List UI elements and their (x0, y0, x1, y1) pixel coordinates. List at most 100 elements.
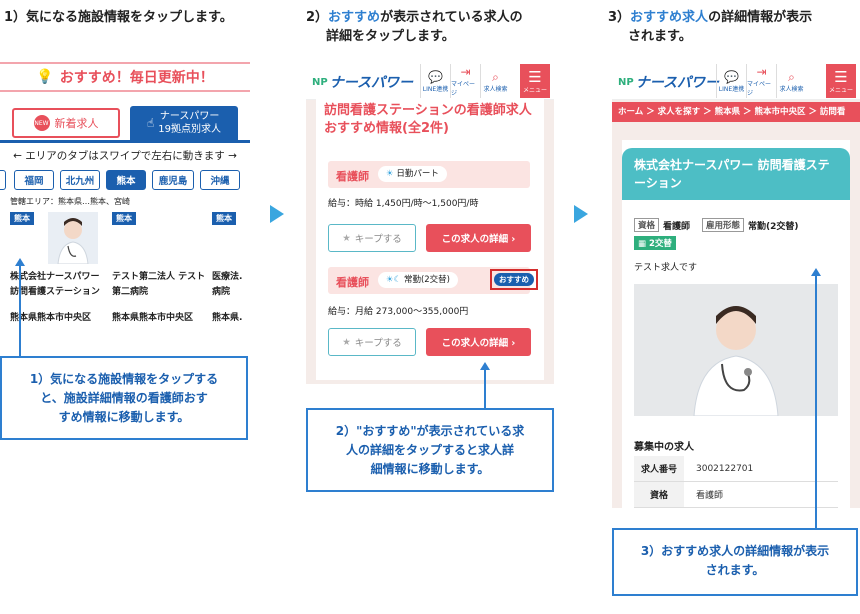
facility-location: 熊本県. (212, 313, 243, 323)
recommend-list-title: 訪問看護ステーションの看護師求人 おすすめ情報(全2件) (324, 102, 544, 138)
tab-area-label-2: 19拠点別求人 (158, 124, 222, 135)
recommend-banner: 💡 おすすめ！毎日更新中！ (0, 62, 250, 92)
step2-caption-line1: が表示されている求人の (380, 10, 523, 25)
sun-icon: ☀ (386, 169, 394, 179)
line-chat-icon: 💬 (724, 69, 739, 84)
facility-name-line2: 第二病院 (112, 287, 149, 297)
logo-np: NP (312, 76, 328, 88)
table-value: 3002122701 (696, 463, 754, 474)
site-logo[interactable]: NP ナースパワー (312, 72, 413, 92)
line-link-label: LINE連携 (422, 85, 449, 93)
callout-line-text: と、施設詳細情報の看護師おす (40, 391, 208, 405)
line-link-button[interactable]: 💬 LINE連携 (716, 64, 746, 98)
keep-button[interactable]: ★ キープする (328, 224, 416, 252)
calendar-icon: ▦ (638, 239, 647, 249)
panel2-screen: NP ナースパワー 💬 LINE連携 ⇥ マイページ ⌕ 求人検索 ☰ メニュー 訪問看護… (306, 62, 554, 384)
site-logo[interactable]: NP ナースパワー (618, 72, 719, 92)
callout-line-text: 人の詳細をタップすると求人詳 (345, 443, 514, 457)
facility-name-line1: テスト第二法人 テスト (112, 272, 206, 282)
menu-button[interactable]: ☰ メニュー (520, 64, 550, 98)
login-icon: ⇥ (460, 65, 471, 79)
job-search-label: 求人検索 (779, 85, 804, 93)
panel3-screen: NP ナースパワー 💬 LINE連携 ⇥ マイページ ⌕ 求人検索 ☰ メニュー ホーム … (612, 62, 860, 508)
tab-new-jobs[interactable]: NEW 新着求人 (12, 108, 120, 138)
job-detail-button[interactable]: この求人の詳細 › (426, 328, 531, 356)
line-link-button[interactable]: 💬 LINE連携 (420, 64, 450, 98)
shift-pill: ☀ 日勤パート (378, 166, 447, 182)
next-arrow-icon (270, 205, 284, 223)
mypage-button[interactable]: ⇥ マイページ (746, 64, 776, 98)
facility-name[interactable]: テスト第二法人 テスト 第二病院 (112, 270, 205, 300)
facility-name[interactable]: 株式会社ナースパワー 訪問看護ステーション (10, 270, 100, 300)
step2-callout: 2）"おすすめ"が表示されている求 人の詳細をタップすると求人詳 細情報に移動し… (306, 408, 554, 492)
facility-name-line1: 株式会社ナースパワー (10, 272, 100, 282)
table-row: 資格 看護師 (634, 482, 838, 508)
job-type: 看護師 (336, 170, 369, 183)
keep-button[interactable]: ★ キープする (328, 328, 416, 356)
nurse-photo (634, 284, 838, 416)
area-tab[interactable]: 北九州 (60, 170, 100, 190)
menu-label: メニュー (522, 86, 547, 94)
qualification-value: 看護師 (663, 221, 691, 232)
area-tab[interactable]: 沖縄 (200, 170, 240, 190)
step3-number: 3） (608, 10, 631, 25)
job-detail-button[interactable]: この求人の詳細 › (426, 224, 531, 252)
callout-line-text: 1）気になる施設情報をタップする (29, 372, 219, 386)
callout-line-text: 3）おすすめ求人の詳細情報が表示 (640, 544, 830, 558)
employment-label: 雇用形態 (702, 218, 745, 232)
job-search-button[interactable]: ⌕ 求人検索 (776, 64, 806, 98)
facility-name[interactable]: 医療法. 病院 (212, 270, 242, 300)
employment-value: 常勤(2交替) (748, 221, 799, 232)
shift-label: 日勤パート (396, 169, 439, 179)
title-line2: おすすめ情報(全2件) (324, 121, 449, 136)
step2-number: 2） (306, 10, 329, 25)
job-salary: 給与：時給 1,450円/時〜1,500円/時 (328, 199, 479, 209)
area-tag: 熊本 (10, 212, 34, 225)
job-salary: 給与：月給 273,000〜355,000円 (328, 307, 469, 317)
area-tab-selected[interactable]: 熊本 (106, 170, 146, 190)
jurisdiction-text: 管轄エリア：熊本県…熊本、宮崎 (10, 197, 130, 206)
step1-caption: 1）気になる施設情報をタップします。 (4, 10, 233, 25)
shift-pill: ☀☾ 常勤(2交替) (378, 272, 458, 288)
step2-highlight: おすすめ (328, 10, 381, 25)
nurse-photo[interactable] (48, 212, 98, 264)
mypage-label: マイページ (451, 81, 476, 97)
pointer-hand-icon: ☝ (146, 115, 155, 130)
step3-caption-line1: の詳細情報が表示 (708, 10, 813, 25)
qualification-label: 資格 (634, 218, 660, 232)
job-search-button[interactable]: ⌕ 求人検索 (480, 64, 510, 98)
tab-area-jobs[interactable]: ☝ ナースパワー 19拠点別求人 (130, 106, 238, 140)
area-tag: 熊本 (212, 212, 236, 225)
callout-line-text: されます。 (705, 563, 765, 577)
banner-text: おすすめ！毎日更新中！ (59, 70, 214, 86)
callout-line (484, 368, 486, 408)
breadcrumb[interactable]: ホーム ＞ 求人を探す ＞ 熊本県 ＞ 熊本市中央区 ＞ 訪問看 (612, 102, 860, 122)
callout-line-text: 細情報に移動します。 (370, 462, 490, 476)
step3-callout: 3）おすすめ求人の詳細情報が表示 されます。 (612, 528, 858, 596)
facility-location: 熊本県熊本市中央区 (10, 313, 92, 323)
new-badge-icon: NEW (33, 115, 50, 131)
tab-area-label-1: ナースパワー (159, 111, 220, 122)
recommended-badge: おすすめ (490, 269, 538, 290)
shift-label: 常勤(2交替) (403, 275, 450, 285)
facility-name-line2: 病院 (212, 287, 231, 297)
area-tab[interactable]: 鹿児島 (152, 170, 194, 190)
mypage-button[interactable]: ⇥ マイページ (450, 64, 480, 98)
swipe-hint: ← エリアのタブはスワイプで左右に動きます → (13, 150, 237, 162)
section-heading: 募集中の求人 (634, 442, 694, 453)
job-type: 看護師 (336, 276, 369, 289)
table-row: 求人番号 3002122701 (634, 456, 838, 482)
callout-line (19, 264, 21, 356)
keep-label: キープする (354, 234, 402, 245)
shift-badge-label: 2交替 (649, 239, 672, 249)
area-tab[interactable]: 福岡 (14, 170, 54, 190)
area-tab-prev[interactable] (0, 170, 6, 190)
table-value: 看護師 (696, 491, 724, 501)
line-link-label: LINE連携 (718, 85, 745, 93)
tab-underline (0, 140, 250, 143)
job-description: テスト求人です (634, 263, 698, 273)
title-line1: 訪問看護ステーションの看護師求人 (324, 103, 532, 118)
menu-button[interactable]: ☰ メニュー (826, 64, 856, 98)
job-attributes: 資格 看護師 雇用形態 常勤(2交替) (634, 218, 799, 232)
logo-np: NP (618, 76, 634, 88)
